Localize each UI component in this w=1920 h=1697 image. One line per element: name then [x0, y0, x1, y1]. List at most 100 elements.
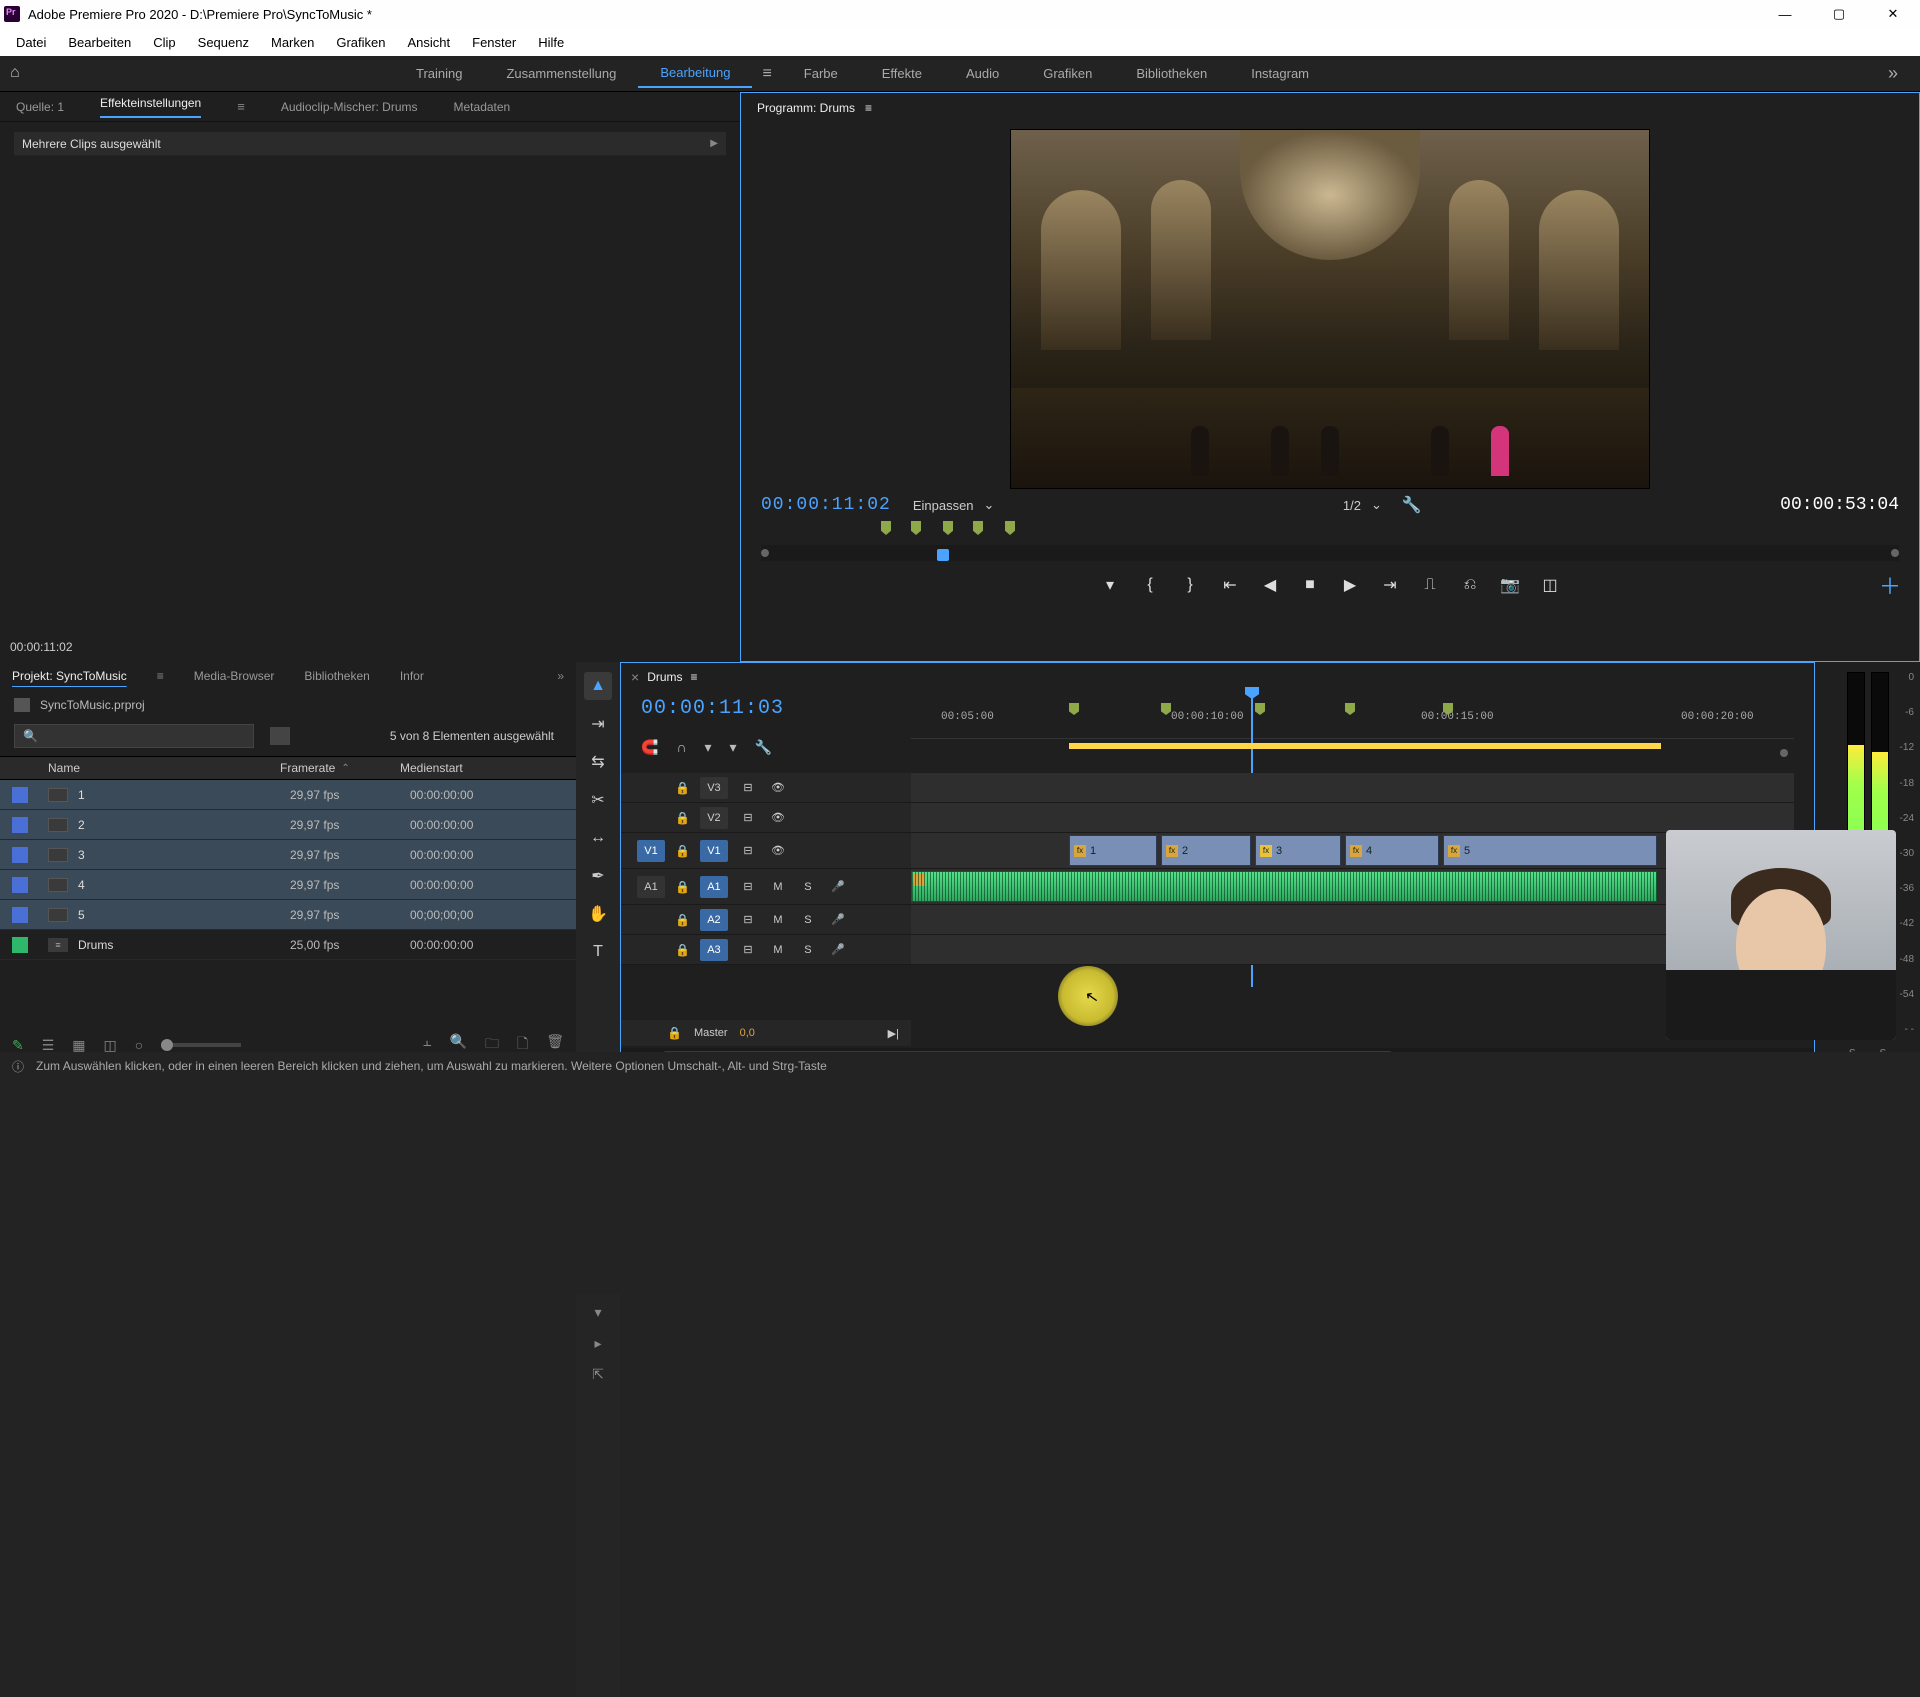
- selection-tool[interactable]: ▲: [584, 672, 612, 700]
- menu-sequenz[interactable]: Sequenz: [188, 31, 259, 54]
- tab-metadaten[interactable]: Metadaten: [454, 100, 511, 114]
- step-back-button[interactable]: ◀: [1260, 575, 1280, 595]
- voice-over-icon[interactable]: 🎤: [828, 880, 848, 893]
- track-select-tool[interactable]: ⇥: [584, 710, 612, 738]
- sync-lock-icon[interactable]: ⊟: [738, 844, 758, 857]
- workspace-overflow-icon[interactable]: »: [1876, 63, 1910, 84]
- mute-button[interactable]: M: [768, 881, 788, 893]
- menu-ansicht[interactable]: Ansicht: [397, 31, 460, 54]
- marker-icon[interactable]: ▾: [705, 739, 712, 756]
- ripple-edit-tool[interactable]: ⇆: [584, 748, 612, 776]
- track-head-v1[interactable]: V1 🔒 V1 ⊟ 👁: [621, 833, 911, 869]
- tab-quelle[interactable]: Quelle: 1: [16, 100, 64, 114]
- lock-icon[interactable]: 🔒: [675, 880, 690, 894]
- project-search-input[interactable]: 🔍: [14, 724, 254, 748]
- track-head-a3[interactable]: 🔒 A3 ⊟ M S 🎤: [621, 935, 911, 965]
- master-value[interactable]: 0,0: [740, 1027, 755, 1039]
- program-left-timecode[interactable]: 00:00:11:02: [761, 495, 891, 515]
- project-row[interactable]: 4 29,97 fps 00:00:00:00: [0, 870, 576, 900]
- program-marker[interactable]: [943, 521, 953, 535]
- project-row[interactable]: 2 29,97 fps 00:00:00:00: [0, 810, 576, 840]
- timeline-sequence-name[interactable]: Drums: [647, 670, 682, 684]
- track-tag-v1[interactable]: V1: [700, 840, 728, 862]
- track-tag-a3[interactable]: A3: [700, 939, 728, 961]
- workspace-menu-icon[interactable]: ≡: [752, 65, 781, 83]
- resolution-selector[interactable]: 1/2⌄: [1343, 497, 1382, 513]
- source-patch-a1[interactable]: A1: [637, 876, 665, 898]
- sync-lock-icon[interactable]: ⊟: [738, 781, 758, 794]
- menu-bearbeiten[interactable]: Bearbeiten: [58, 31, 141, 54]
- video-clip[interactable]: fx3: [1255, 835, 1341, 866]
- lock-icon[interactable]: 🔒: [675, 781, 690, 795]
- track-head-a2[interactable]: 🔒 A2 ⊟ M S 🎤: [621, 905, 911, 935]
- track-a3[interactable]: [911, 935, 1794, 965]
- comparison-button[interactable]: ◫: [1540, 575, 1560, 595]
- timeline-tab-close[interactable]: ×: [631, 669, 639, 685]
- expand-arrow-icon[interactable]: ▶: [710, 138, 718, 149]
- icon-view-icon[interactable]: ▦: [72, 1037, 85, 1054]
- list-view-icon[interactable]: ☰: [42, 1037, 55, 1054]
- timeline-settings-icon[interactable]: ▾: [730, 739, 737, 756]
- track-a2[interactable]: [911, 905, 1794, 935]
- lock-icon[interactable]: 🔒: [675, 811, 690, 825]
- workspace-bearbeitung[interactable]: Bearbeitung: [638, 59, 752, 88]
- workspace-effekte[interactable]: Effekte: [860, 60, 944, 87]
- mute-button[interactable]: M: [768, 914, 788, 926]
- mute-button[interactable]: M: [768, 944, 788, 956]
- go-to-end-icon[interactable]: ▶|: [888, 1027, 899, 1040]
- workspace-training[interactable]: Training: [394, 60, 484, 87]
- zoom-reset-icon[interactable]: ○: [135, 1037, 143, 1053]
- track-a1[interactable]: [911, 869, 1794, 905]
- label-chip[interactable]: [12, 817, 28, 833]
- home-icon[interactable]: ⌂: [10, 64, 34, 84]
- menu-hilfe[interactable]: Hilfe: [528, 31, 574, 54]
- workspace-audio[interactable]: Audio: [944, 60, 1021, 87]
- lift-button[interactable]: ⎍: [1420, 575, 1440, 595]
- menu-grafiken[interactable]: Grafiken: [326, 31, 395, 54]
- track-tag-a2[interactable]: A2: [700, 909, 728, 931]
- voice-over-icon[interactable]: 🎤: [828, 913, 848, 926]
- project-row[interactable]: ≡ Drums 25,00 fps 00:00:00:00: [0, 930, 576, 960]
- close-button[interactable]: ✕: [1870, 0, 1916, 28]
- project-row[interactable]: 5 29,97 fps 00;00;00;00: [0, 900, 576, 930]
- step-forward-button[interactable]: ▶: [1340, 575, 1360, 595]
- linked-selection-icon[interactable]: ∩: [676, 739, 686, 756]
- effect-heading-row[interactable]: Mehrere Clips ausgewählt ▶: [14, 132, 726, 156]
- workspace-farbe[interactable]: Farbe: [782, 60, 860, 87]
- maximize-button[interactable]: ▢: [1816, 0, 1862, 28]
- zoom-slider[interactable]: [161, 1043, 241, 1047]
- workspace-grafiken[interactable]: Grafiken: [1021, 60, 1114, 87]
- project-column-header[interactable]: Name Framerate⌃ Medienstart: [0, 756, 576, 780]
- tab-projekt[interactable]: Projekt: SyncToMusic: [12, 669, 127, 683]
- program-scrub-bar[interactable]: [761, 545, 1899, 561]
- tab-effekteinstellungen[interactable]: Effekteinstellungen: [100, 96, 201, 118]
- freeform-view-icon[interactable]: ◫: [104, 1037, 117, 1054]
- menu-fenster[interactable]: Fenster: [462, 31, 526, 54]
- project-row[interactable]: 1 29,97 fps 00:00:00:00: [0, 780, 576, 810]
- add-marker-button[interactable]: ▾: [1100, 575, 1120, 595]
- mark-in-button[interactable]: {: [1140, 575, 1160, 595]
- timeline-marker[interactable]: [1161, 703, 1171, 715]
- menu-datei[interactable]: Datei: [6, 31, 56, 54]
- source-patch-v1[interactable]: V1: [637, 840, 665, 862]
- video-clip[interactable]: fx2: [1161, 835, 1251, 866]
- timeline-timecode[interactable]: 00:00:11:03: [641, 697, 784, 720]
- ec-tool-2-icon[interactable]: ▸: [594, 1335, 601, 1352]
- label-chip[interactable]: [12, 877, 28, 893]
- master-track-row[interactable]: 🔒 Master 0,0 ▶|: [621, 1020, 911, 1046]
- lock-icon[interactable]: 🔒: [667, 1026, 682, 1040]
- video-clip[interactable]: fx4: [1345, 835, 1439, 866]
- menu-marken[interactable]: Marken: [261, 31, 324, 54]
- column-name[interactable]: Name: [0, 757, 280, 779]
- timeline-tab-menu-icon[interactable]: ≡: [691, 670, 698, 684]
- timeline-marker[interactable]: [1255, 703, 1265, 715]
- wrench-icon[interactable]: 🔧: [755, 739, 772, 756]
- program-marker-strip[interactable]: [761, 521, 1899, 541]
- minimize-button[interactable]: —: [1762, 0, 1808, 28]
- solo-button[interactable]: S: [798, 944, 818, 956]
- sync-lock-icon[interactable]: ⊟: [738, 913, 758, 926]
- tab-media-browser[interactable]: Media-Browser: [194, 669, 275, 683]
- ec-tool-1-icon[interactable]: ▾: [594, 1304, 601, 1321]
- track-tag-v3[interactable]: V3: [700, 777, 728, 799]
- new-item-pen-icon[interactable]: ✎: [12, 1037, 24, 1054]
